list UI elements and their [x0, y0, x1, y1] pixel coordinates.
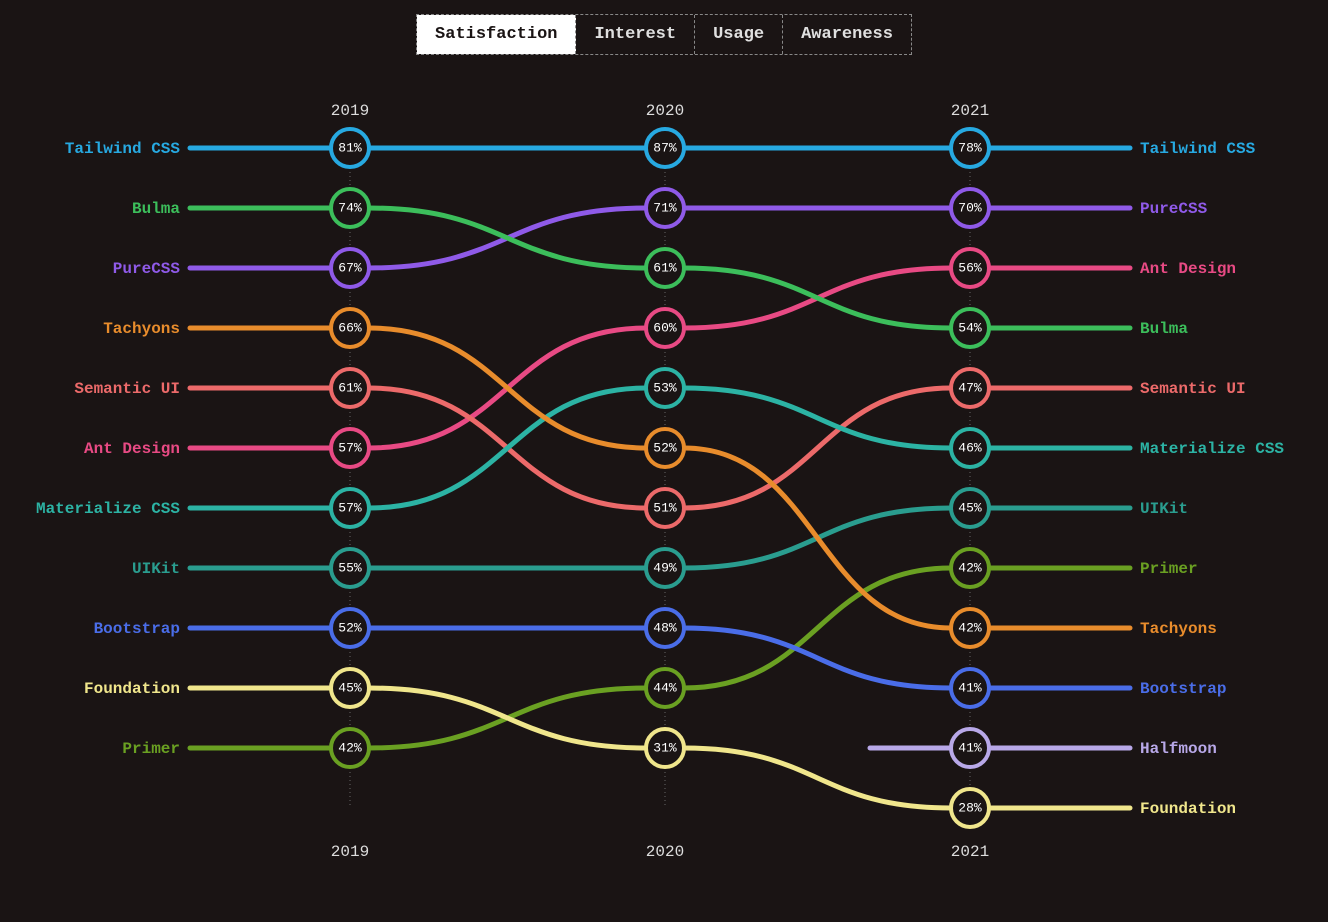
tab-interest[interactable]: Interest [576, 15, 695, 54]
data-node-value: 42% [958, 621, 982, 636]
series-segment [369, 208, 646, 268]
series-label-right[interactable]: UIKit [1140, 500, 1188, 518]
series-label-left[interactable]: Bootstrap [94, 620, 180, 638]
series-label-right[interactable]: Tailwind CSS [1140, 140, 1256, 158]
data-node-value: 74% [338, 201, 362, 216]
series-label-right[interactable]: Materialize CSS [1140, 440, 1284, 458]
data-node-value: 45% [338, 681, 362, 696]
year-label-bottom: 2021 [951, 843, 989, 861]
data-node-value: 66% [338, 321, 362, 336]
series-label-left[interactable]: UIKit [132, 560, 180, 578]
series-label-left[interactable]: Ant Design [84, 440, 180, 458]
series-label-left[interactable]: Foundation [84, 680, 180, 698]
data-node-value: 78% [958, 141, 982, 156]
data-node-value: 28% [958, 801, 982, 816]
series-label-right[interactable]: Bootstrap [1140, 680, 1226, 698]
year-label-top: 2020 [646, 102, 684, 120]
series-label-right[interactable]: PureCSS [1140, 200, 1208, 218]
data-node-value: 56% [958, 261, 982, 276]
year-label-bottom: 2020 [646, 843, 684, 861]
tab-satisfaction[interactable]: Satisfaction [417, 15, 576, 54]
data-node-value: 45% [958, 501, 982, 516]
data-node-value: 57% [338, 501, 362, 516]
data-node-value: 60% [653, 321, 677, 336]
data-node-value: 70% [958, 201, 982, 216]
series-segment [369, 688, 646, 748]
series-segment [369, 388, 646, 508]
tab-awareness[interactable]: Awareness [783, 15, 911, 54]
series-label-left[interactable]: Semantic UI [74, 380, 180, 398]
data-node-value: 48% [653, 621, 677, 636]
data-node-value: 57% [338, 441, 362, 456]
series-label-left[interactable]: Materialize CSS [36, 500, 180, 518]
series-segment [684, 628, 951, 688]
year-label-bottom: 2019 [331, 843, 369, 861]
tab-bar: SatisfactionInterestUsageAwareness [0, 0, 1328, 55]
series-label-left[interactable]: Tailwind CSS [65, 140, 181, 158]
series-label-right[interactable]: Halfmoon [1140, 740, 1217, 758]
series-segment [684, 388, 951, 448]
data-node-value: 41% [958, 681, 982, 696]
data-node-value: 87% [653, 141, 677, 156]
series-segment [369, 328, 646, 448]
year-label-top: 2019 [331, 102, 369, 120]
data-node-value: 42% [338, 741, 362, 756]
series-label-right[interactable]: Semantic UI [1140, 380, 1246, 398]
data-node-value: 67% [338, 261, 362, 276]
data-node-value: 53% [653, 381, 677, 396]
series-label-right[interactable]: Foundation [1140, 800, 1236, 818]
bump-chart: 2019 2020 2021 2019 2020 2021 Tailwind CSS Bulm… [0, 55, 1328, 915]
data-node-value: 54% [958, 321, 982, 336]
series-label-left[interactable]: PureCSS [113, 260, 181, 278]
data-node-value: 46% [958, 441, 982, 456]
series-label-right[interactable]: Ant Design [1140, 260, 1236, 278]
data-node-value: 81% [338, 141, 362, 156]
data-node-value: 61% [653, 261, 677, 276]
series-segment [684, 748, 951, 808]
year-label-top: 2021 [951, 102, 989, 120]
series-label-right[interactable]: Tachyons [1140, 620, 1217, 638]
series-segment [684, 268, 951, 328]
series-label-left[interactable]: Primer [122, 740, 180, 758]
series-label-right[interactable]: Primer [1140, 560, 1198, 578]
series-label-left[interactable]: Bulma [132, 200, 180, 218]
data-node-value: 49% [653, 561, 677, 576]
data-node-value: 61% [338, 381, 362, 396]
data-node-value: 52% [338, 621, 362, 636]
series-label-right[interactable]: Bulma [1140, 320, 1188, 338]
series-label-left[interactable]: Tachyons [103, 320, 180, 338]
data-node-value: 47% [958, 381, 982, 396]
data-node-value: 55% [338, 561, 362, 576]
data-node-value: 71% [653, 201, 677, 216]
series-segment [684, 448, 951, 628]
data-node-value: 44% [653, 681, 677, 696]
data-node-value: 31% [653, 741, 677, 756]
data-node-value: 52% [653, 441, 677, 456]
data-node-value: 51% [653, 501, 677, 516]
data-node-value: 41% [958, 741, 982, 756]
data-node-value: 42% [958, 561, 982, 576]
tab-usage[interactable]: Usage [695, 15, 783, 54]
